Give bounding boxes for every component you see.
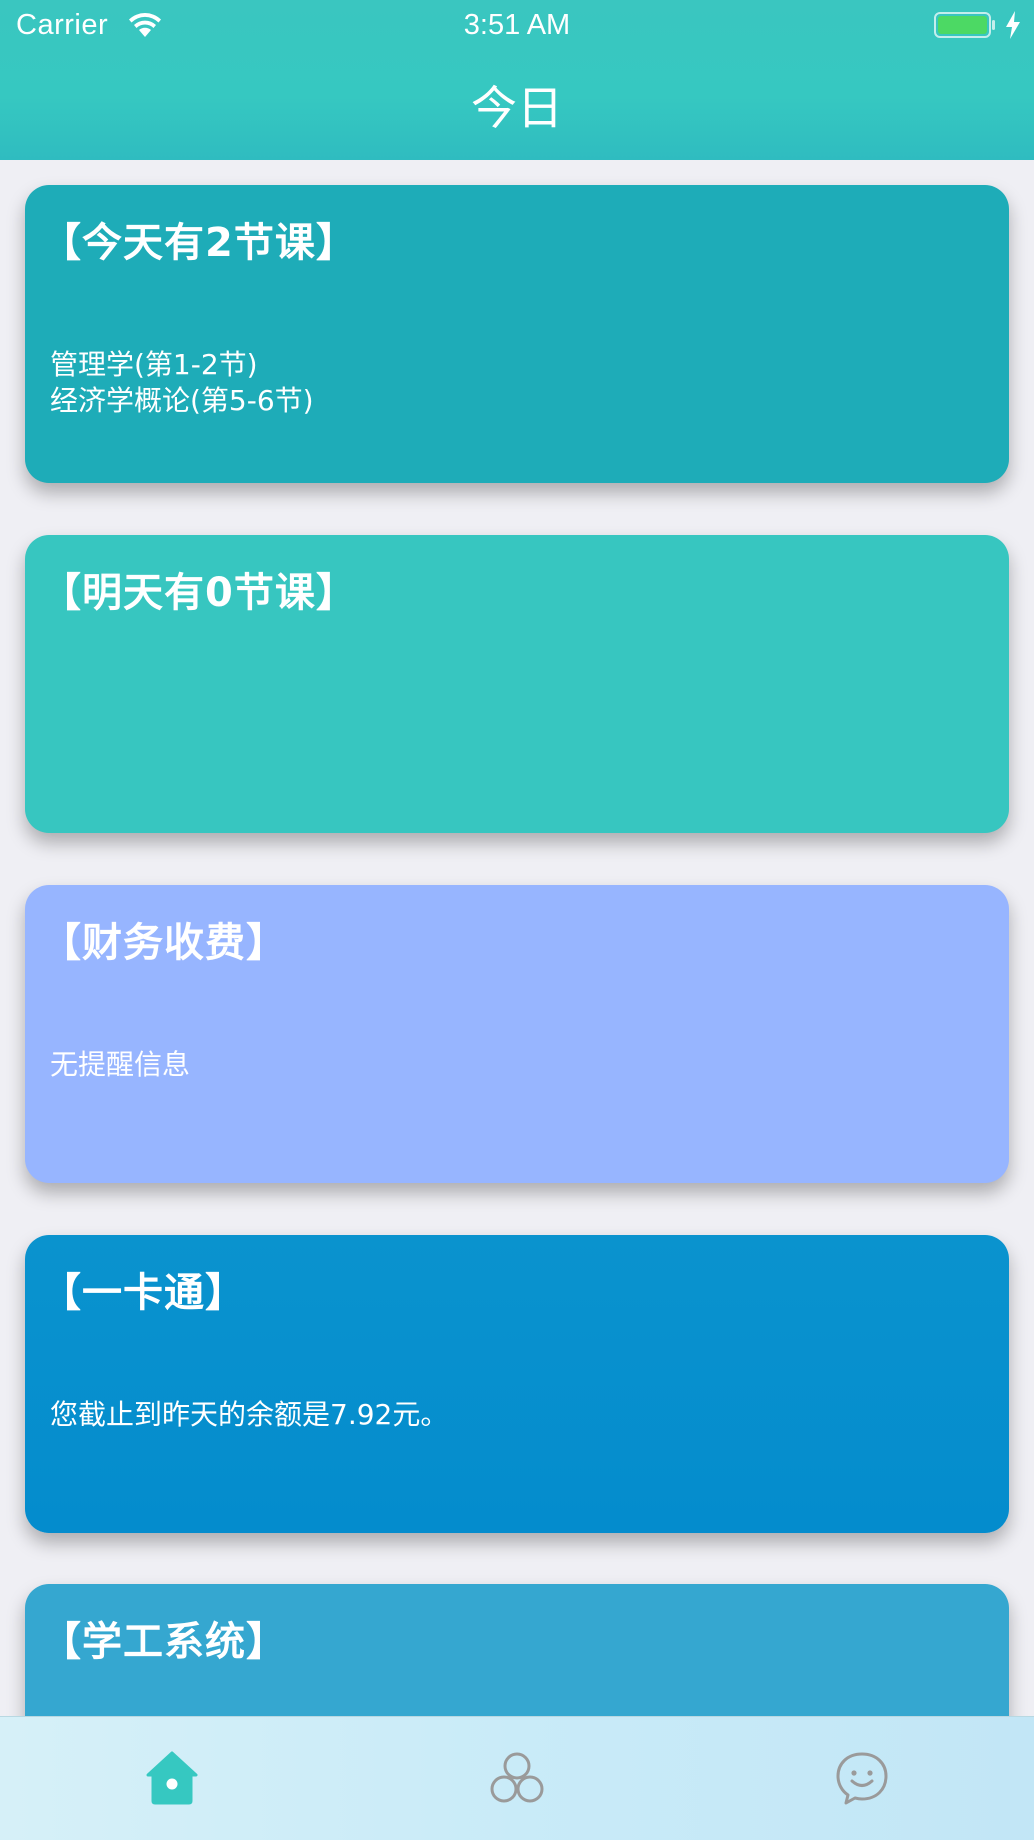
circles-icon — [490, 1752, 544, 1803]
finance-message: 无提醒信息 — [50, 1048, 191, 1081]
app-header: Carrier 3:51 AM 今日 — [0, 0, 1034, 160]
card-body: 管理学(第1-2节) 经济学概论(第5-6节) — [50, 347, 314, 419]
battery-icon — [934, 12, 995, 38]
card-body: 无提醒信息 — [50, 1047, 190, 1083]
class-item: 管理学(第1-2节) — [50, 348, 258, 381]
status-time: 3:51 AM — [463, 9, 571, 41]
student-affairs-card[interactable]: 【学工系统】 — [25, 1584, 1009, 1716]
chat-face-icon — [836, 1752, 888, 1805]
card-title: 【财务收费】 — [41, 920, 287, 966]
class-item: 经济学概论(第5-6节) — [50, 384, 314, 417]
card-title: 【今天有2节课】 — [41, 220, 357, 266]
tab-home[interactable] — [0, 1717, 344, 1840]
card-list[interactable]: 【今天有2节课】 管理学(第1-2节) 经济学概论(第5-6节) 【明天有0节课… — [0, 160, 1034, 1716]
card-body: 您截止到昨天的余额是7.92元。 — [50, 1397, 448, 1433]
campus-card-card[interactable]: 【一卡通】 您截止到昨天的余额是7.92元。 — [25, 1235, 1009, 1533]
tab-chat[interactable] — [690, 1717, 1034, 1840]
home-icon — [146, 1751, 198, 1805]
charging-bolt-icon — [1006, 11, 1020, 39]
finance-card[interactable]: 【财务收费】 无提醒信息 — [25, 885, 1009, 1183]
status-bar: Carrier 3:51 AM — [0, 0, 1034, 52]
card-title: 【学工系统】 — [41, 1619, 287, 1665]
card-title: 【一卡通】 — [41, 1270, 246, 1316]
today-classes-card[interactable]: 【今天有2节课】 管理学(第1-2节) 经济学概论(第5-6节) — [25, 185, 1009, 483]
card-title: 【明天有0节课】 — [41, 570, 357, 616]
tab-bar — [0, 1716, 1034, 1840]
tab-apps[interactable] — [345, 1717, 689, 1840]
page-title: 今日 — [471, 81, 563, 135]
tomorrow-classes-card[interactable]: 【明天有0节课】 — [25, 535, 1009, 833]
balance-message: 您截止到昨天的余额是7.92元。 — [50, 1398, 449, 1431]
